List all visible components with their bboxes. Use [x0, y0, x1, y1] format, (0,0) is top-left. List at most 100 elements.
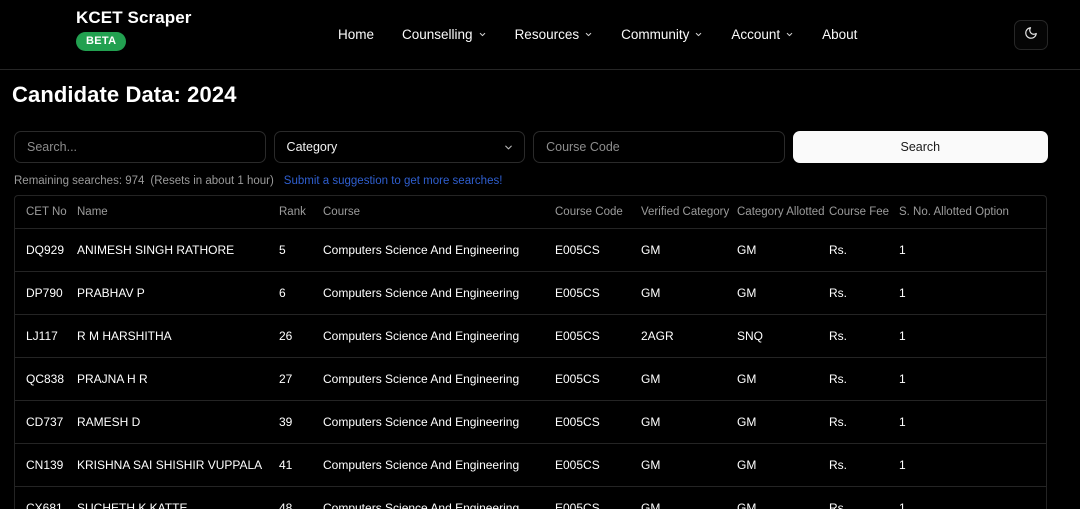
cell-category-allotted: GM: [737, 487, 829, 509]
cell-name: SUCHETH K KATTE: [77, 487, 279, 509]
column-header-course: Course: [323, 196, 555, 229]
cell-rank: 26: [279, 315, 323, 358]
cell-allotted-option: 1: [899, 315, 1046, 358]
cell-name: PRAJNA H R: [77, 358, 279, 401]
cell-course: Computers Science And Engineering: [323, 272, 555, 315]
table-row[interactable]: CD737RAMESH D39Computers Science And Eng…: [15, 401, 1046, 444]
cell-name: PRABHAV P: [77, 272, 279, 315]
cell-cet-no: CN139: [15, 444, 77, 487]
cell-course-code: E005CS: [555, 487, 641, 509]
search-input[interactable]: Search...: [14, 131, 266, 163]
search-button[interactable]: Search: [793, 131, 1048, 163]
candidate-table-container: CET No Name Rank Course Course Code Veri…: [14, 195, 1047, 509]
cell-category-allotted: SNQ: [737, 315, 829, 358]
reset-note: (Resets in about 1 hour): [150, 175, 273, 187]
course-code-input[interactable]: Course Code: [533, 131, 785, 163]
beta-badge: BETA: [76, 32, 126, 51]
category-select-value: Category: [287, 140, 338, 154]
nav-item-resources[interactable]: Resources: [515, 26, 594, 44]
cell-verified-category: GM: [641, 401, 737, 444]
nav-item-community[interactable]: Community: [621, 26, 703, 44]
cell-category-allotted: GM: [737, 358, 829, 401]
cell-verified-category: 2AGR: [641, 315, 737, 358]
cell-verified-category: GM: [641, 272, 737, 315]
nav-item-account[interactable]: Account: [731, 26, 794, 44]
cell-course-fee: Rs.: [829, 487, 899, 509]
column-header-course-fee: Course Fee: [829, 196, 899, 229]
cell-rank: 6: [279, 272, 323, 315]
column-header-category-allotted: Category Allotted: [737, 196, 829, 229]
cell-course: Computers Science And Engineering: [323, 444, 555, 487]
cell-category-allotted: GM: [737, 401, 829, 444]
table-row[interactable]: QC838PRAJNA H R27Computers Science And E…: [15, 358, 1046, 401]
suggestion-link[interactable]: Submit a suggestion to get more searches…: [284, 175, 503, 187]
nav-item-label: Home: [338, 26, 374, 44]
cell-category-allotted: GM: [737, 229, 829, 272]
table-body: DQ929ANIMESH SINGH RATHORE5Computers Sci…: [15, 229, 1046, 509]
table-row[interactable]: DQ929ANIMESH SINGH RATHORE5Computers Sci…: [15, 229, 1046, 272]
remaining-searches-bar: Remaining searches: 974 (Resets in about…: [14, 175, 502, 187]
course-code-placeholder: Course Code: [546, 140, 620, 154]
cell-allotted-option: 1: [899, 229, 1046, 272]
cell-rank: 39: [279, 401, 323, 444]
table-header: CET No Name Rank Course Course Code Veri…: [15, 196, 1046, 229]
nav-item-label: Account: [731, 26, 780, 44]
cell-name: RAMESH D: [77, 401, 279, 444]
nav-item-label: Counselling: [402, 26, 473, 44]
cell-cet-no: QC838: [15, 358, 77, 401]
column-header-course-code: Course Code: [555, 196, 641, 229]
moon-icon: [1024, 26, 1038, 45]
cell-course-code: E005CS: [555, 272, 641, 315]
cell-rank: 41: [279, 444, 323, 487]
cell-cet-no: DQ929: [15, 229, 77, 272]
cell-allotted-option: 1: [899, 487, 1046, 509]
nav-item-label: About: [822, 26, 857, 44]
column-header-rank: Rank: [279, 196, 323, 229]
table-row[interactable]: CX681SUCHETH K KATTE48Computers Science …: [15, 487, 1046, 509]
nav-item-counselling[interactable]: Counselling: [402, 26, 487, 44]
theme-toggle-button[interactable]: [1014, 20, 1048, 50]
table-row[interactable]: DP790PRABHAV P6Computers Science And Eng…: [15, 272, 1046, 315]
cell-course: Computers Science And Engineering: [323, 315, 555, 358]
cell-verified-category: GM: [641, 444, 737, 487]
nav-item-home[interactable]: Home: [338, 26, 374, 44]
nav-links: Home Counselling Resources Community Account…: [338, 26, 857, 44]
table-row[interactable]: CN139KRISHNA SAI SHISHIR VUPPALA41Comput…: [15, 444, 1046, 487]
cell-course: Computers Science And Engineering: [323, 229, 555, 272]
cell-category-allotted: GM: [737, 272, 829, 315]
cell-course-code: E005CS: [555, 229, 641, 272]
cell-course-code: E005CS: [555, 444, 641, 487]
cell-allotted-option: 1: [899, 401, 1046, 444]
cell-course-fee: Rs.: [829, 401, 899, 444]
cell-course: Computers Science And Engineering: [323, 401, 555, 444]
cell-course: Computers Science And Engineering: [323, 358, 555, 401]
cell-rank: 27: [279, 358, 323, 401]
table-header-row: CET No Name Rank Course Course Code Veri…: [15, 196, 1046, 229]
nav-item-about[interactable]: About: [822, 26, 857, 44]
page-title: Candidate Data: 2024: [12, 82, 237, 108]
cell-allotted-option: 1: [899, 358, 1046, 401]
table-row[interactable]: LJ117R M HARSHITHA26Computers Science An…: [15, 315, 1046, 358]
column-header-verified-category: Verified Category: [641, 196, 737, 229]
cell-course-code: E005CS: [555, 358, 641, 401]
cell-cet-no: CX681: [15, 487, 77, 509]
cell-verified-category: GM: [641, 487, 737, 509]
cell-course-fee: Rs.: [829, 315, 899, 358]
cell-verified-category: GM: [641, 229, 737, 272]
cell-cet-no: DP790: [15, 272, 77, 315]
remaining-searches-label: Remaining searches: 974: [14, 175, 144, 187]
cell-rank: 48: [279, 487, 323, 509]
cell-allotted-option: 1: [899, 444, 1046, 487]
cell-cet-no: LJ117: [15, 315, 77, 358]
column-header-name: Name: [77, 196, 279, 229]
candidate-table: CET No Name Rank Course Course Code Veri…: [15, 196, 1046, 509]
cell-course-fee: Rs.: [829, 229, 899, 272]
column-header-allotted-option: S. No. Allotted Option: [899, 196, 1046, 229]
brand[interactable]: KCET Scraper BETA: [76, 8, 192, 51]
cell-category-allotted: GM: [737, 444, 829, 487]
cell-name: ANIMESH SINGH RATHORE: [77, 229, 279, 272]
cell-name: KRISHNA SAI SHISHIR VUPPALA: [77, 444, 279, 487]
chevron-down-icon: [584, 30, 593, 39]
search-input-placeholder: Search...: [27, 140, 77, 154]
category-select[interactable]: Category: [274, 131, 526, 163]
